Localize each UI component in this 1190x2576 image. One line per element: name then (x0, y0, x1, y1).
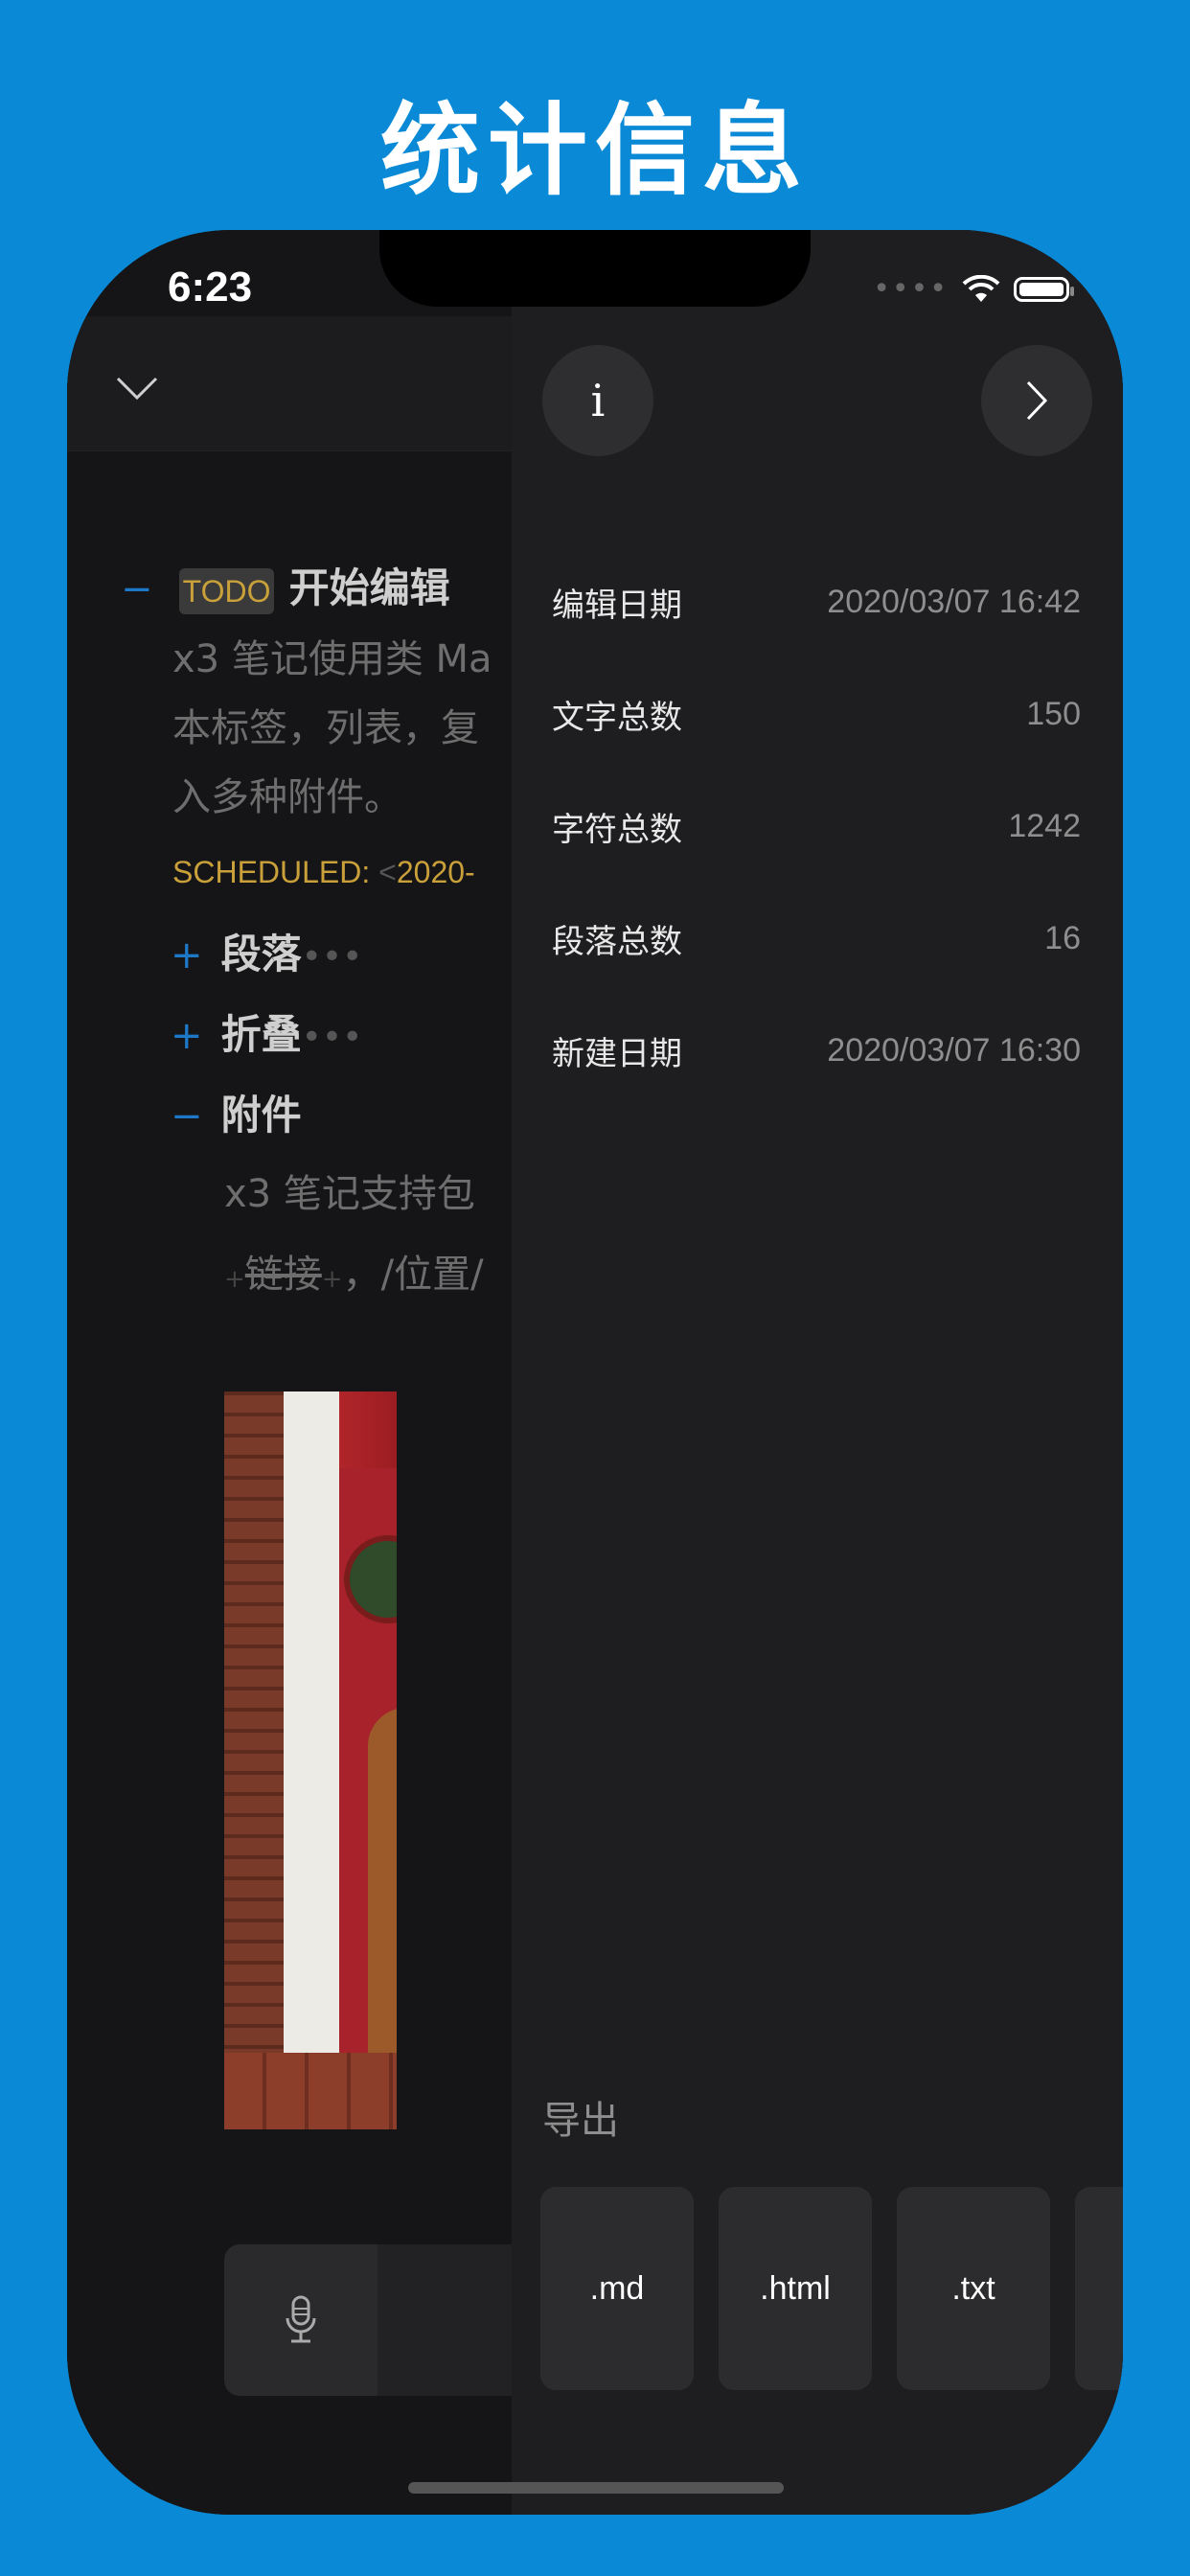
stat-row-edit-date: 编辑日期 2020/03/07 16:42 (552, 573, 1081, 631)
section-title: 段落 (220, 931, 302, 978)
section-title: 附件 (220, 1092, 302, 1138)
stat-row-char-count: 字符总数 1242 (552, 797, 1081, 855)
scheduled-label: SCHEDULED: (172, 855, 371, 889)
body-line: 本标签，列表，复 (172, 706, 479, 750)
attachment-text-rest: ，/位置/ (342, 1253, 484, 1297)
expand-marker[interactable]: + (171, 1014, 203, 1058)
battery-icon (1014, 276, 1074, 302)
stat-row-paragraph-count: 段落总数 16 (552, 909, 1081, 967)
todo-badge[interactable]: TODO (178, 568, 275, 614)
next-button[interactable] (981, 345, 1092, 456)
link-text[interactable]: 链接 (245, 1253, 322, 1297)
wifi-icon (962, 274, 1000, 302)
export-title: 导出 (542, 2099, 619, 2143)
info-button[interactable]: i (542, 345, 653, 456)
export-html-button[interactable]: .html (719, 2187, 872, 2390)
section-row[interactable]: + 折叠••• (171, 1002, 362, 1061)
attached-dog-photo[interactable] (224, 1392, 397, 2129)
date-bracket: < (378, 855, 397, 889)
status-icons: •••• (873, 272, 1074, 306)
info-icon: i (590, 375, 606, 426)
export-txt-button[interactable]: .txt (897, 2187, 1050, 2390)
collapse-marker[interactable]: − (121, 567, 153, 611)
stat-value: 2020/03/07 16:30 (827, 1031, 1081, 1069)
microphone-icon (286, 2295, 316, 2343)
attachment-links: +链接+，/位置/ (224, 1253, 484, 1297)
section-title: 折叠 (220, 1011, 302, 1058)
chevron-right-icon (1026, 380, 1048, 421)
stat-label: 新建日期 (552, 1034, 682, 1073)
stat-label: 段落总数 (552, 922, 682, 961)
chevron-down-icon[interactable] (115, 374, 159, 402)
collapse-marker[interactable]: − (171, 1094, 203, 1138)
stat-label: 编辑日期 (552, 586, 682, 625)
expand-marker[interactable]: + (171, 933, 203, 978)
body-line: 入多种附件。 (172, 775, 402, 819)
todo-heading-row[interactable]: − TODO 开始编辑 (121, 556, 450, 614)
signal-icon: •••• (873, 272, 949, 306)
body-line: x3 笔记使用类 Ma (172, 637, 492, 681)
status-time: 6:23 (168, 264, 253, 310)
scheduled-date: 2020- (396, 855, 475, 889)
stat-value: 1242 (1008, 807, 1081, 844)
home-indicator[interactable] (408, 2482, 784, 2494)
export-more-button[interactable] (1075, 2187, 1123, 2390)
phone-frame: 6:23 •••• − TODO 开始编辑 x3 笔记使用类 Ma 本标签，列表… (67, 230, 1123, 2515)
attachment-text: x3 笔记支持包 (224, 1172, 475, 1216)
stat-label: 字符总数 (552, 810, 682, 849)
stat-value: 2020/03/07 16:42 (827, 583, 1081, 620)
stat-row-word-count: 文字总数 150 (552, 685, 1081, 743)
voice-input-button[interactable] (224, 2244, 378, 2396)
promo-headline: 统计信息 (379, 92, 810, 209)
export-md-button[interactable]: .md (540, 2187, 694, 2390)
folded-ellipsis[interactable]: ••• (302, 1018, 363, 1057)
scheduled-line[interactable]: SCHEDULED: <2020- (172, 855, 475, 890)
stat-value: 150 (1026, 695, 1081, 732)
notch (379, 230, 811, 307)
stat-row-created-date: 新建日期 2020/03/07 16:30 (552, 1022, 1081, 1079)
statistics-panel: i 编辑日期 2020/03/07 16:42 文字总数 150 字符总数 12… (512, 230, 1123, 2515)
section-row[interactable]: − 附件 (171, 1083, 302, 1141)
folded-ellipsis[interactable]: ••• (302, 937, 363, 977)
section-row[interactable]: + 段落••• (171, 922, 362, 980)
heading-text: 开始编辑 (288, 564, 450, 611)
stat-value: 16 (1044, 919, 1081, 956)
stat-label: 文字总数 (552, 698, 682, 737)
